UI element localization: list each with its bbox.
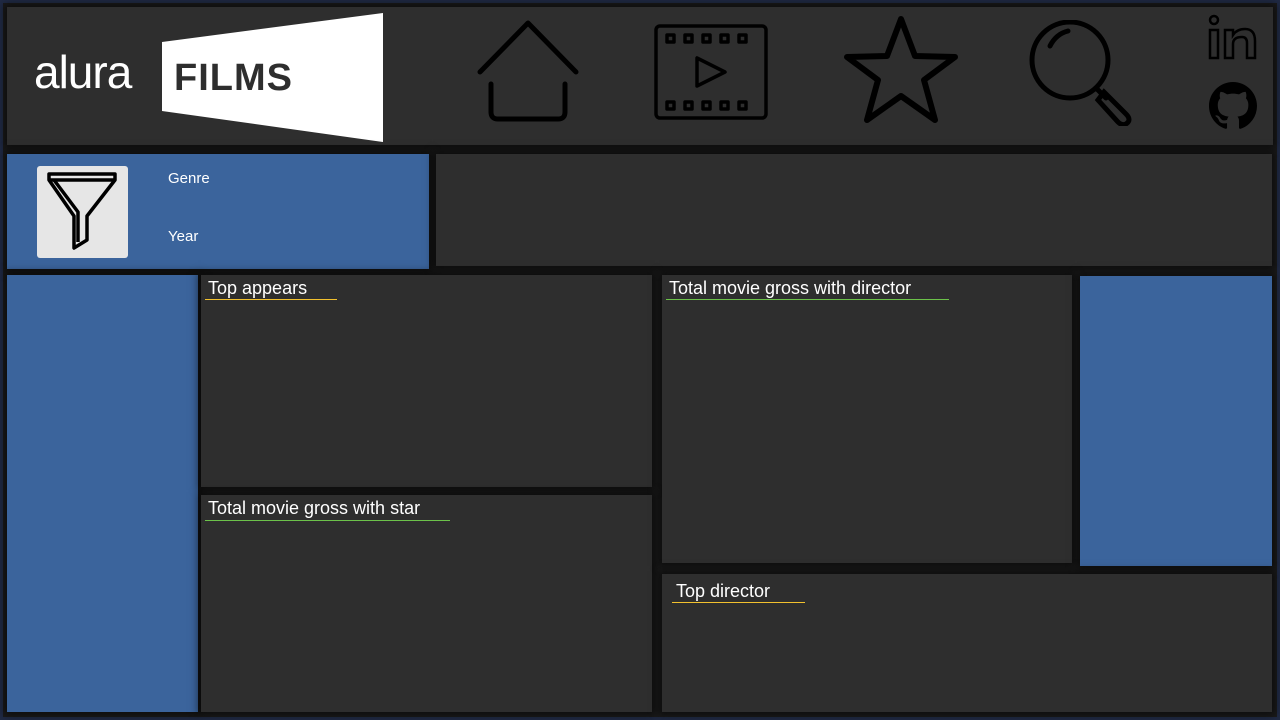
video-film-icon[interactable]: [654, 24, 770, 122]
left-sidebar-panel: [7, 275, 198, 712]
gross-with-star-underline: [205, 520, 450, 521]
filter-funnel-icon: [47, 172, 117, 250]
top-appears-visual: [201, 275, 652, 487]
genre-filter-label[interactable]: Genre: [168, 170, 210, 188]
gross-with-star-title: Total movie gross with star: [208, 498, 421, 518]
top-director-underline: [672, 602, 805, 603]
top-appears-title: Top appears: [208, 278, 308, 298]
gross-with-director-title: Total movie gross with director: [669, 278, 912, 298]
top-appears-underline: [205, 299, 337, 300]
filter-button[interactable]: [37, 166, 128, 258]
search-icon[interactable]: [1028, 20, 1136, 126]
home-icon[interactable]: [474, 18, 582, 124]
logo-brand-text: alura: [34, 46, 132, 98]
logo: alura FILMS: [20, 12, 390, 144]
logo-product-text: FILMS: [174, 57, 293, 99]
github-icon[interactable]: [1209, 82, 1257, 130]
kpi-panel: [436, 154, 1272, 266]
right-side-panel: [1080, 276, 1272, 566]
gross-with-director-underline: [666, 299, 949, 300]
linkedin-icon[interactable]: [1208, 14, 1258, 60]
year-filter-label[interactable]: Year: [168, 228, 198, 246]
gross-with-director-visual: [662, 275, 1072, 563]
star-icon[interactable]: [842, 14, 960, 126]
top-director-title: Top director: [676, 581, 771, 601]
gross-with-star-visual: [201, 495, 652, 712]
